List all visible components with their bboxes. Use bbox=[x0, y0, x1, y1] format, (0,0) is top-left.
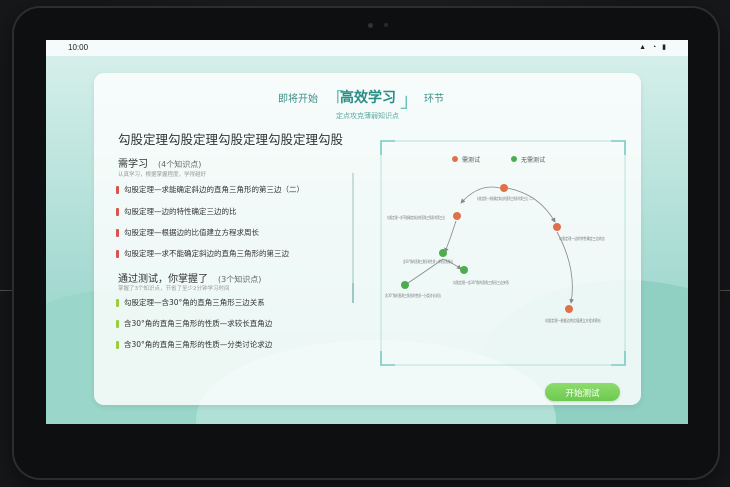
mastered-item-label: 含30°角的直角三角形的性质—求较长直角边 bbox=[124, 319, 273, 328]
item-marker bbox=[116, 208, 119, 216]
mastered-note: 掌握了3个知识点，节省了至少2分钟学习时间 bbox=[118, 286, 230, 292]
legend-mastered-dot bbox=[511, 156, 517, 162]
graph-node-label: 含30°角的直角三角形的性质—求较长直角边 bbox=[403, 258, 453, 265]
mastered-count: (3个知识点) bbox=[218, 275, 262, 284]
need-learn-item-label: 勾股定理—边的特性确定三边的比 bbox=[124, 207, 237, 216]
status-icons: ▲ ◔ ▮ bbox=[639, 44, 668, 51]
graph-node-mastered[interactable] bbox=[439, 249, 447, 257]
need-learn-item-label: 勾股定理—根据边的比值建立方程求周长 bbox=[124, 228, 259, 237]
mastered-item[interactable]: 含30°角的直角三角形的性质—求较长直角边 bbox=[116, 318, 272, 329]
need-learn-item[interactable]: 勾股定理—求能确定斜边的直角三角形的第三边（二） bbox=[116, 184, 304, 195]
need-learn-item[interactable]: 勾股定理—求不能确定斜边的直角三角形的第三边 bbox=[116, 248, 289, 259]
graph-node-label: 勾股定理—含30°角的直角三角形三边关系 bbox=[453, 279, 509, 286]
topic-title: 勾股定理勾股定理勾股定理勾股定理勾股 bbox=[118, 132, 344, 147]
graph-node-label: 勾股定理—边的特性确定三边的比 bbox=[559, 235, 605, 242]
status-time: 10:00 bbox=[68, 43, 89, 52]
legend-need-dot bbox=[452, 156, 458, 162]
need-learn-title: 需学习 bbox=[118, 159, 148, 170]
graph-node-label: 含30°角的直角三角形的性质—分类讨论求边 bbox=[385, 292, 442, 299]
graph-node-mastered[interactable] bbox=[401, 281, 409, 289]
need-learn-item-label: 勾股定理—求能确定斜边的直角三角形的第三边（二） bbox=[124, 185, 304, 194]
mastered-item[interactable]: 含30°角的直角三角形的性质—分类讨论求边 bbox=[116, 339, 272, 350]
graph-node-mastered[interactable] bbox=[460, 266, 468, 274]
mastered-item-label: 勾股定理—含30°角的直角三角形三边关系 bbox=[124, 298, 265, 307]
mastered-heading: 通过测试，你掌握了 (3个知识点) bbox=[118, 270, 261, 285]
legend-need-label: 需测试 bbox=[462, 156, 480, 164]
scene: 10:00 ▲ ◔ ▮ 即将开始 「 高效学习 」 环节 定点攻克薄弱知识点 勾… bbox=[0, 0, 730, 487]
need-learn-note: 认真学习，根据掌握程度，学得越好 bbox=[118, 172, 207, 178]
item-marker bbox=[116, 320, 119, 328]
graph-node-label: 勾股定理—求能确定斜边的直角三角形的第三边（二） bbox=[477, 195, 535, 202]
graph-node-label: 勾股定理—求不能确定斜边的直角三角形的第三边 bbox=[387, 214, 446, 221]
item-marker bbox=[116, 250, 119, 258]
legend-mastered-label: 无需测试 bbox=[521, 156, 545, 164]
header-suffix: 环节 bbox=[424, 94, 444, 105]
screen: 10:00 ▲ ◔ ▮ 即将开始 「 高效学习 」 环节 定点攻克薄弱知识点 勾… bbox=[46, 40, 688, 424]
graph-node-need[interactable] bbox=[453, 212, 461, 220]
scroll-thumb[interactable] bbox=[352, 283, 354, 303]
graph-edges bbox=[407, 186, 575, 304]
item-marker bbox=[116, 186, 119, 194]
item-marker bbox=[116, 299, 119, 307]
graph-node-need[interactable] bbox=[500, 184, 508, 192]
header-prefix: 即将开始 bbox=[278, 94, 318, 105]
knowledge-graph: 需测试 无需测试 勾股定理—求能确定斜边的直角三角形的第三边（二） 勾股定理—求… bbox=[380, 140, 626, 366]
status-bar: 10:00 ▲ ◔ ▮ bbox=[46, 40, 688, 56]
bracket-right: 」 bbox=[400, 88, 420, 112]
need-learn-item[interactable]: 勾股定理—根据边的比值建立方程求周长 bbox=[116, 227, 259, 238]
need-learn-item[interactable]: 勾股定理—边的特性确定三边的比 bbox=[116, 206, 237, 217]
camera bbox=[368, 23, 373, 28]
need-learn-item-label: 勾股定理—求不能确定斜边的直角三角形的第三边 bbox=[124, 249, 289, 258]
graph-node-label: 勾股定理—根据边的比值建立方程求周长 bbox=[545, 317, 602, 324]
start-test-button[interactable]: 开始测试 bbox=[545, 383, 620, 401]
background-line bbox=[718, 290, 730, 291]
graph-frame bbox=[380, 140, 626, 366]
mastered-item-label: 含30°角的直角三角形的性质—分类讨论求边 bbox=[124, 340, 273, 349]
graph-node-need[interactable] bbox=[553, 223, 561, 231]
header-highlight: 高效学习 bbox=[340, 90, 396, 106]
need-learn-count: (4个知识点) bbox=[158, 160, 202, 169]
need-learn-heading: 需学习 (4个知识点) bbox=[118, 155, 201, 170]
learning-card: 即将开始 「 高效学习 」 环节 定点攻克薄弱知识点 勾股定理勾股定理勾股定理勾… bbox=[94, 73, 641, 405]
sensor bbox=[384, 23, 388, 27]
background-line bbox=[0, 290, 14, 291]
item-marker bbox=[116, 229, 119, 237]
mastered-item[interactable]: 勾股定理—含30°角的直角三角形三边关系 bbox=[116, 297, 265, 308]
header-subtitle: 定点攻克薄弱知识点 bbox=[336, 112, 399, 120]
item-marker bbox=[116, 341, 119, 349]
graph-node-need[interactable] bbox=[565, 305, 573, 313]
